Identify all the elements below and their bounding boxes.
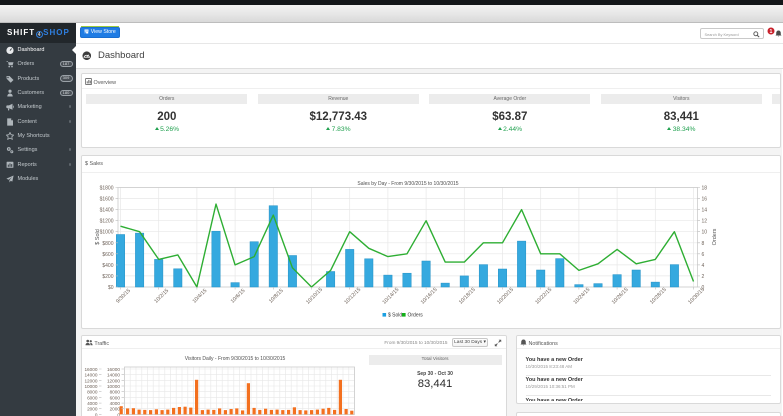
svg-text:2000: 2000 <box>87 407 98 412</box>
svg-text:2: 2 <box>702 273 705 279</box>
svg-text:12000: 12000 <box>107 378 120 383</box>
svg-text:4: 4 <box>702 262 705 268</box>
svg-text:10/8/15: 10/8/15 <box>268 287 285 304</box>
svg-text:$200: $200 <box>102 273 113 279</box>
svg-text:1: 1 <box>770 28 773 34</box>
svg-text:12: 12 <box>702 218 708 224</box>
svg-text:10/16/15: 10/16/15 <box>420 286 439 305</box>
svg-text:2000: 2000 <box>110 407 121 412</box>
svg-text:10/12/15: 10/12/15 <box>343 286 362 305</box>
svg-text:Visitors Daily - From 9/30/201: Visitors Daily - From 9/30/2015 to 10/30… <box>185 356 286 362</box>
svg-text:8000: 8000 <box>87 390 98 395</box>
svg-text:16000: 16000 <box>107 367 120 372</box>
svg-text:$800: $800 <box>102 240 113 246</box>
svg-text:10/18/15: 10/18/15 <box>458 286 477 305</box>
svg-text:14: 14 <box>702 207 708 213</box>
svg-text:$600: $600 <box>102 251 113 257</box>
svg-text:6000: 6000 <box>87 395 98 400</box>
svg-text:6000: 6000 <box>110 395 121 400</box>
svg-text:10/20/15: 10/20/15 <box>496 286 515 305</box>
svg-text:0: 0 <box>95 412 98 416</box>
svg-text:10/14/15: 10/14/15 <box>382 286 401 305</box>
svg-text:14000: 14000 <box>107 373 120 378</box>
svg-text:$1800: $1800 <box>100 185 114 191</box>
svg-text:12000: 12000 <box>84 378 97 383</box>
svg-text:$0: $0 <box>108 285 114 291</box>
svg-text:4000: 4000 <box>110 401 121 406</box>
svg-text:$1000: $1000 <box>100 229 114 235</box>
svg-text:$ Sold: $ Sold <box>388 312 402 318</box>
svg-text:10/10/15: 10/10/15 <box>305 286 324 305</box>
svg-text:10/30/15: 10/30/15 <box>687 286 706 305</box>
svg-text:10000: 10000 <box>107 384 120 389</box>
svg-text:10/22/15: 10/22/15 <box>534 286 553 305</box>
svg-text:10: 10 <box>702 229 708 235</box>
svg-text:6: 6 <box>702 251 705 257</box>
svg-text:10/4/15: 10/4/15 <box>192 287 209 304</box>
svg-text:$1200: $1200 <box>100 218 114 224</box>
svg-text:$ Sold: $ Sold <box>95 229 101 245</box>
svg-text:8: 8 <box>702 240 705 246</box>
svg-text:$1400: $1400 <box>100 207 114 213</box>
svg-text:0: 0 <box>117 412 120 416</box>
svg-text:4000: 4000 <box>87 401 98 406</box>
svg-text:16: 16 <box>702 196 708 202</box>
svg-text:Sales by Day - From 9/30/2015: Sales by Day - From 9/30/2015 to 10/30/2… <box>357 181 458 187</box>
svg-text:10/6/15: 10/6/15 <box>230 287 247 304</box>
svg-text:14000: 14000 <box>84 373 97 378</box>
svg-text:10/2/15: 10/2/15 <box>153 287 170 304</box>
svg-text:Orders: Orders <box>408 312 424 318</box>
svg-text:10000: 10000 <box>84 384 97 389</box>
svg-text:9/30/15: 9/30/15 <box>115 287 132 304</box>
svg-text:10/24/15: 10/24/15 <box>573 286 592 305</box>
svg-text:10/28/15: 10/28/15 <box>649 286 668 305</box>
svg-text:8000: 8000 <box>110 390 121 395</box>
svg-text:$1600: $1600 <box>100 196 114 202</box>
svg-text:18: 18 <box>702 185 708 191</box>
svg-text:16000: 16000 <box>84 367 97 372</box>
svg-text:10/26/15: 10/26/15 <box>611 286 630 305</box>
svg-text:$400: $400 <box>102 262 113 268</box>
svg-text:Orders: Orders <box>712 228 718 245</box>
